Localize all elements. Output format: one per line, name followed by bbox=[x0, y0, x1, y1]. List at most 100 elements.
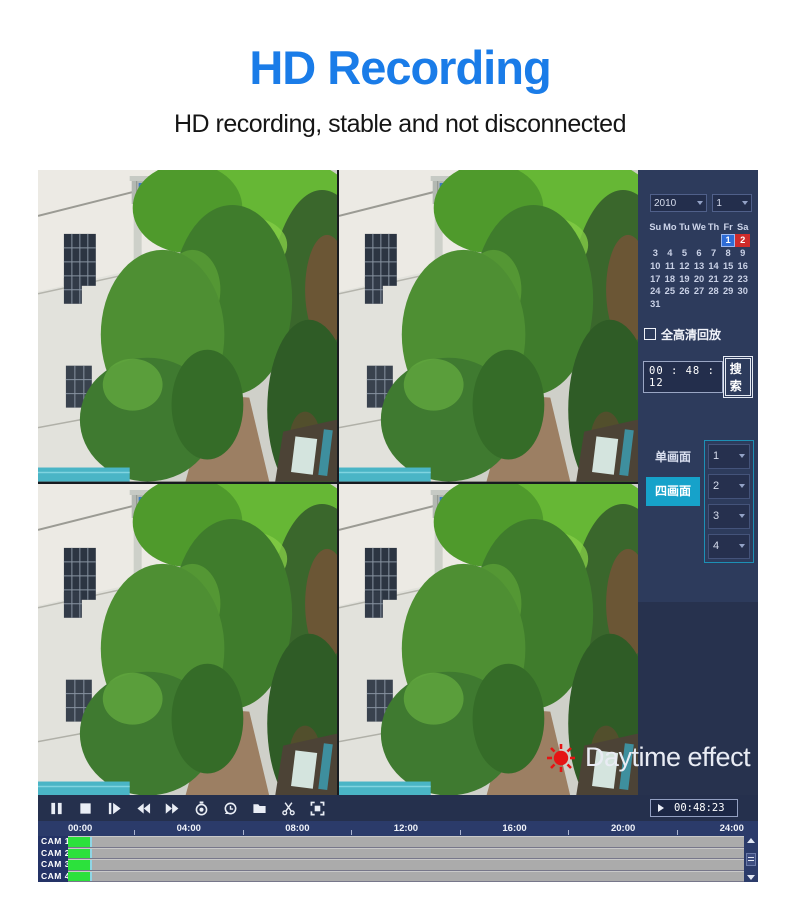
time-input[interactable]: 00 : 48 : 12 bbox=[643, 361, 723, 393]
timeline-track[interactable] bbox=[68, 836, 744, 848]
camera-view-1[interactable] bbox=[38, 170, 337, 482]
calendar-day[interactable]: 26 bbox=[677, 285, 692, 298]
calendar-day[interactable]: 10 bbox=[648, 259, 663, 272]
channel-select-3[interactable]: 3 bbox=[708, 504, 750, 529]
calendar-day-header: Su bbox=[648, 221, 663, 234]
playback-sidebar: 2010 1 SuMoTuWeThFrSa 123456789101112131… bbox=[638, 170, 758, 795]
replay-button[interactable] bbox=[222, 800, 238, 816]
playhead-marker[interactable] bbox=[90, 837, 92, 847]
year-select[interactable]: 2010 bbox=[650, 194, 707, 212]
month-select[interactable]: 1 bbox=[712, 194, 752, 212]
stop-button[interactable] bbox=[77, 800, 93, 816]
scroll-down-icon[interactable] bbox=[747, 875, 755, 880]
channel-select-1[interactable]: 1 bbox=[708, 444, 750, 469]
channel-value: 3 bbox=[713, 510, 719, 522]
calendar-day[interactable]: 23 bbox=[735, 272, 750, 285]
checkbox-icon[interactable] bbox=[644, 328, 656, 340]
calendar-day[interactable]: 30 bbox=[735, 285, 750, 298]
calendar-day[interactable]: 7 bbox=[706, 247, 721, 260]
calendar-day[interactable]: 28 bbox=[706, 285, 721, 298]
camera-1-video bbox=[38, 170, 337, 482]
calendar: SuMoTuWeThFrSa 1234567891011121314151617… bbox=[648, 221, 750, 311]
play-button[interactable] bbox=[106, 800, 122, 816]
channel-value: 1 bbox=[713, 450, 719, 462]
cut-button[interactable] bbox=[280, 800, 296, 816]
channel-select-2[interactable]: 2 bbox=[708, 474, 750, 499]
calendar-day[interactable]: 2 bbox=[735, 234, 750, 247]
page-subtitle: HD recording, stable and not disconnecte… bbox=[0, 110, 800, 139]
timeline-track[interactable] bbox=[68, 871, 744, 883]
calendar-day[interactable]: 11 bbox=[663, 259, 678, 272]
stopwatch-button[interactable] bbox=[193, 800, 209, 816]
scrollbar-thumb[interactable] bbox=[746, 853, 756, 866]
folder-button[interactable] bbox=[251, 800, 267, 816]
calendar-day[interactable]: 1 bbox=[721, 234, 736, 247]
fast-forward-icon bbox=[165, 801, 180, 816]
timeline-cam-label: CAM 4 bbox=[38, 871, 68, 883]
fast-forward-button[interactable] bbox=[164, 800, 180, 816]
daytime-effect-annotation: Daytime effect bbox=[546, 742, 750, 773]
stopwatch-icon bbox=[194, 801, 209, 816]
calendar-day[interactable]: 15 bbox=[721, 259, 736, 272]
calendar-day[interactable]: 8 bbox=[721, 247, 736, 260]
playhead-marker[interactable] bbox=[90, 872, 92, 882]
timeline-scrollbar[interactable] bbox=[744, 836, 758, 882]
camera-2-video bbox=[339, 170, 638, 482]
calendar-day[interactable]: 20 bbox=[692, 272, 707, 285]
date-selects: 2010 1 bbox=[638, 170, 758, 212]
fullhd-playback-checkbox-row[interactable]: 全高清回放 bbox=[644, 326, 758, 343]
calendar-day bbox=[721, 298, 736, 311]
calendar-day[interactable]: 25 bbox=[663, 285, 678, 298]
timeline-hour-labels: 00:0004:0008:0012:0016:0020:0024:00 bbox=[68, 821, 744, 836]
calendar-day[interactable]: 17 bbox=[648, 272, 663, 285]
timeline-track[interactable] bbox=[68, 859, 744, 871]
calendar-day[interactable]: 3 bbox=[648, 247, 663, 260]
fullscreen-icon bbox=[310, 801, 325, 816]
calendar-day bbox=[663, 234, 678, 247]
timeline-row-cam-2: CAM 2 bbox=[38, 848, 744, 860]
page-title: HD Recording bbox=[0, 40, 800, 95]
fullscreen-button[interactable] bbox=[309, 800, 325, 816]
playhead-marker[interactable] bbox=[90, 860, 92, 870]
pause-button[interactable] bbox=[48, 800, 64, 816]
timeline-tick bbox=[243, 830, 244, 835]
search-button[interactable]: 搜索 bbox=[723, 356, 753, 398]
camera-view-3[interactable] bbox=[38, 484, 337, 796]
screen-layout-controls: 单画面四画面 1 2 3 4 bbox=[646, 440, 754, 563]
timeline-cam-label: CAM 1 bbox=[38, 836, 68, 848]
timeline-tick bbox=[351, 830, 352, 835]
layout-mode-quad[interactable]: 四画面 bbox=[646, 477, 700, 506]
timeline-cam-label: CAM 3 bbox=[38, 859, 68, 871]
calendar-week-row: 31 bbox=[648, 298, 750, 311]
calendar-day[interactable]: 13 bbox=[692, 259, 707, 272]
calendar-day[interactable]: 16 bbox=[735, 259, 750, 272]
recorded-segment bbox=[68, 872, 90, 882]
calendar-day-header: Th bbox=[706, 221, 721, 234]
calendar-day[interactable]: 31 bbox=[648, 298, 663, 311]
calendar-day[interactable]: 12 bbox=[677, 259, 692, 272]
timeline-track[interactable] bbox=[68, 848, 744, 860]
calendar-day[interactable]: 24 bbox=[648, 285, 663, 298]
calendar-day[interactable]: 6 bbox=[692, 247, 707, 260]
timeline-hour-label: 08:00 bbox=[285, 823, 309, 834]
channel-select-4[interactable]: 4 bbox=[708, 534, 750, 559]
calendar-day[interactable]: 27 bbox=[692, 285, 707, 298]
calendar-day[interactable]: 19 bbox=[677, 272, 692, 285]
calendar-day[interactable]: 29 bbox=[721, 285, 736, 298]
timeline-hour-label: 00:00 bbox=[68, 823, 92, 834]
calendar-day[interactable]: 18 bbox=[663, 272, 678, 285]
calendar-day[interactable]: 4 bbox=[663, 247, 678, 260]
camera-view-2[interactable] bbox=[339, 170, 638, 482]
calendar-day[interactable]: 9 bbox=[735, 247, 750, 260]
calendar-day[interactable]: 22 bbox=[721, 272, 736, 285]
channel-value: 4 bbox=[713, 540, 719, 552]
scroll-up-icon[interactable] bbox=[747, 838, 755, 843]
timeline-tick bbox=[568, 830, 569, 835]
layout-mode-single[interactable]: 单画面 bbox=[646, 443, 700, 472]
rewind-button[interactable] bbox=[135, 800, 151, 816]
calendar-day bbox=[663, 298, 678, 311]
calendar-day[interactable]: 14 bbox=[706, 259, 721, 272]
calendar-day[interactable]: 21 bbox=[706, 272, 721, 285]
calendar-day[interactable]: 5 bbox=[677, 247, 692, 260]
playhead-marker[interactable] bbox=[90, 849, 92, 859]
